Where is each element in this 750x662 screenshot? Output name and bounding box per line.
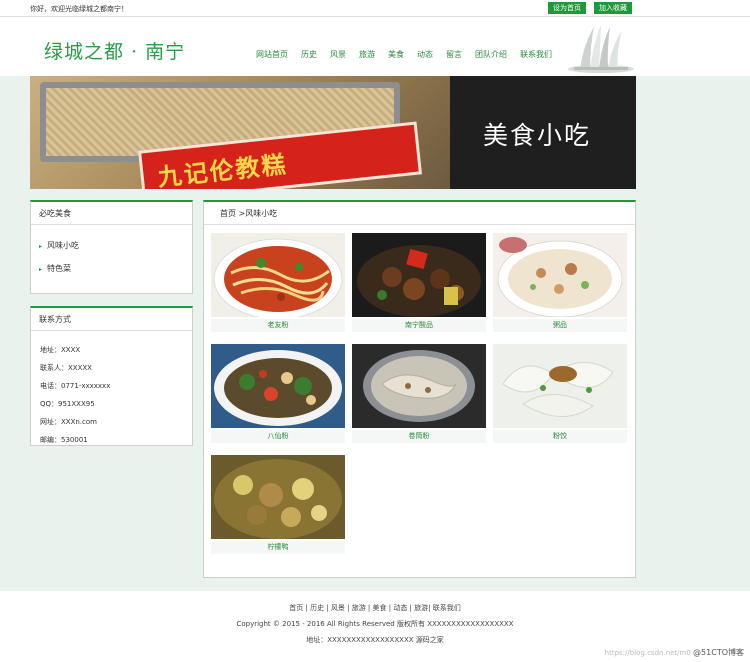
dumpling-photo[interactable] <box>493 344 627 428</box>
food-menu-panel: 必吃美食 风味小吃 特色菜 <box>30 200 193 294</box>
nav-food[interactable]: 美食 <box>388 49 404 60</box>
food-gallery: 首页 >风味小吃 老友粉 南宁酸品 粥品 八仙粉 卷筒粉 粉饺 柠檬鸭 <box>203 200 636 578</box>
footer-copyright: Copyright © 2015 - 2016 All Rights Reser… <box>236 620 514 628</box>
food-name[interactable]: 卷筒粉 <box>352 430 486 443</box>
watermark: https://blog.csdn.net/m0 @51CTO博客 <box>605 647 744 658</box>
shop-sign-text: 九记伦教糕 <box>156 150 289 189</box>
nav-home[interactable]: 网站首页 <box>256 49 288 60</box>
food-name[interactable]: 八仙粉 <box>211 430 345 443</box>
food-card[interactable]: 粉饺 <box>493 344 627 444</box>
menu-item-specialties[interactable]: 特色菜 <box>39 263 71 274</box>
site-footer: 首页 | 历史 | 风景 | 旅游 | 美食 | 动态 | 旅游| 联系我们 C… <box>0 591 750 662</box>
noodle-soup-photo[interactable] <box>211 233 345 317</box>
main-nav: 网站首页 历史 风景 旅游 美食 动态 留言 团队介绍 联系我们 <box>256 49 565 60</box>
footer-links[interactable]: 首页 | 历史 | 风景 | 旅游 | 美食 | 动态 | 旅游| 联系我们 <box>0 603 750 613</box>
contact-title: 联系方式 <box>31 308 192 331</box>
contact-website: 网址：XXXn.com <box>40 418 97 426</box>
nav-news[interactable]: 动态 <box>417 49 433 60</box>
top-bar: 你好，欢迎光临绿城之都南宁！ 设为首页 加入收藏 <box>0 0 750 17</box>
watermark-url: https://blog.csdn.net/m0 <box>604 649 691 657</box>
food-card[interactable]: 南宁酸品 <box>352 233 486 333</box>
set-home-button[interactable]: 设为首页 <box>548 2 586 14</box>
rolled-noodle-photo[interactable] <box>352 344 486 428</box>
food-card[interactable]: 柠檬鸭 <box>211 455 345 555</box>
banner-photo: 九记伦教糕 <box>30 76 450 189</box>
welcome-text: 你好，欢迎光临绿城之都南宁！ <box>30 5 128 13</box>
nav-contact[interactable]: 联系我们 <box>520 49 552 60</box>
contact-qq: QQ：951XXX95 <box>40 400 95 408</box>
rice-noodle-photo[interactable] <box>211 344 345 428</box>
food-name[interactable]: 粥品 <box>493 319 627 332</box>
footer-address: 地址：XXXXXXXXXXXXXXXXXX 源码之家 <box>306 636 444 644</box>
food-name[interactable]: 粉饺 <box>493 430 627 443</box>
banner-title: 美食小吃 <box>483 121 592 150</box>
add-favorite-button[interactable]: 加入收藏 <box>594 2 632 14</box>
lemon-duck-photo[interactable] <box>211 455 345 539</box>
food-card[interactable]: 老友粉 <box>211 233 345 333</box>
contact-person: 联系人：XXXXX <box>40 364 92 372</box>
site-logo[interactable]: 绿城之都 · 南宁 <box>44 37 185 64</box>
contact-postcode: 邮编：530001 <box>40 436 88 444</box>
watermark-brand: @51CTO博客 <box>693 648 744 657</box>
porridge-photo[interactable] <box>493 233 627 317</box>
food-name[interactable]: 南宁酸品 <box>352 319 486 332</box>
food-menu-title: 必吃美食 <box>31 202 192 225</box>
menu-item-snacks[interactable]: 风味小吃 <box>39 240 79 251</box>
food-name[interactable]: 老友粉 <box>211 319 345 332</box>
nav-team[interactable]: 团队介绍 <box>475 49 507 60</box>
nav-scenery[interactable]: 风景 <box>330 49 346 60</box>
nav-message[interactable]: 留言 <box>446 49 462 60</box>
contact-phone: 电话：0771-xxxxxxx <box>40 382 111 390</box>
contact-address: 地址：XXXX <box>40 346 81 354</box>
breadcrumb: 首页 >风味小吃 <box>204 202 635 225</box>
braised-dish-photo[interactable] <box>352 233 486 317</box>
food-card[interactable]: 粥品 <box>493 233 627 333</box>
hero-banner: 九记伦教糕 美食小吃 <box>30 76 636 189</box>
contact-panel: 联系方式 地址：XXXX 联系人：XXXXX 电话：0771-xxxxxxx Q… <box>30 306 193 446</box>
food-name[interactable]: 柠檬鸭 <box>211 541 345 554</box>
food-card[interactable]: 卷筒粉 <box>352 344 486 444</box>
monument-icon <box>568 25 634 73</box>
nav-history[interactable]: 历史 <box>301 49 317 60</box>
site-header: 绿城之都 · 南宁 网站首页 历史 风景 旅游 美食 动态 留言 团队介绍 联系… <box>0 17 750 76</box>
food-card[interactable]: 八仙粉 <box>211 344 345 444</box>
nav-travel[interactable]: 旅游 <box>359 49 375 60</box>
